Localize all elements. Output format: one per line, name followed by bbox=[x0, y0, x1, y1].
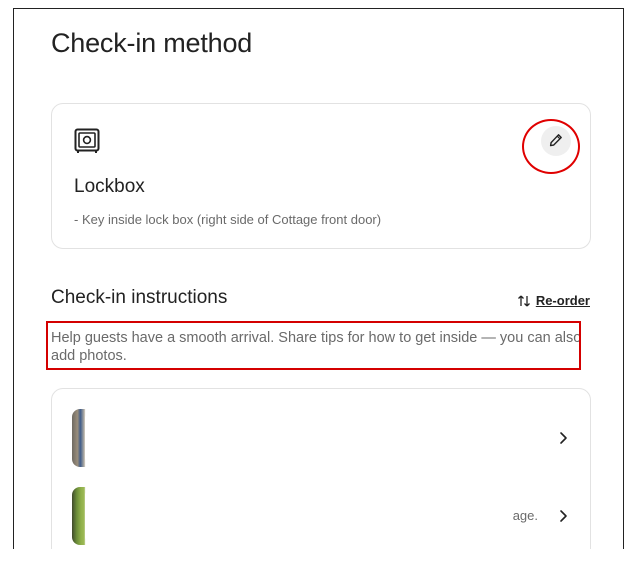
lockbox-icon bbox=[74, 128, 100, 154]
pencil-icon bbox=[549, 133, 563, 150]
instruction-item[interactable]: age. bbox=[52, 487, 590, 549]
check-in-method-panel: Check-in method Lockbox - Key inside loc… bbox=[13, 8, 624, 549]
instructions-helper-text: Help guests have a smooth arrival. Share… bbox=[51, 330, 582, 364]
check-in-method-card: Lockbox - Key inside lock box (right sid… bbox=[51, 103, 591, 249]
reorder-link[interactable]: Re-order bbox=[517, 293, 590, 308]
instruction-item[interactable] bbox=[52, 409, 590, 473]
chevron-right-icon bbox=[556, 509, 570, 523]
instruction-photo bbox=[72, 487, 128, 545]
instructions-section-title: Check-in instructions bbox=[51, 287, 228, 308]
chevron-right-icon bbox=[556, 431, 570, 445]
instructions-list: age. bbox=[51, 388, 591, 549]
edit-method-button[interactable] bbox=[541, 126, 571, 156]
reorder-label: Re-order bbox=[535, 293, 590, 308]
instruction-photo bbox=[72, 409, 128, 467]
instruction-snippet: age. bbox=[512, 508, 538, 523]
method-title: Lockbox bbox=[74, 176, 145, 197]
reorder-icon bbox=[517, 294, 531, 308]
method-description: - Key inside lock box (right side of Cot… bbox=[74, 212, 382, 227]
page-title: Check-in method bbox=[51, 28, 253, 58]
